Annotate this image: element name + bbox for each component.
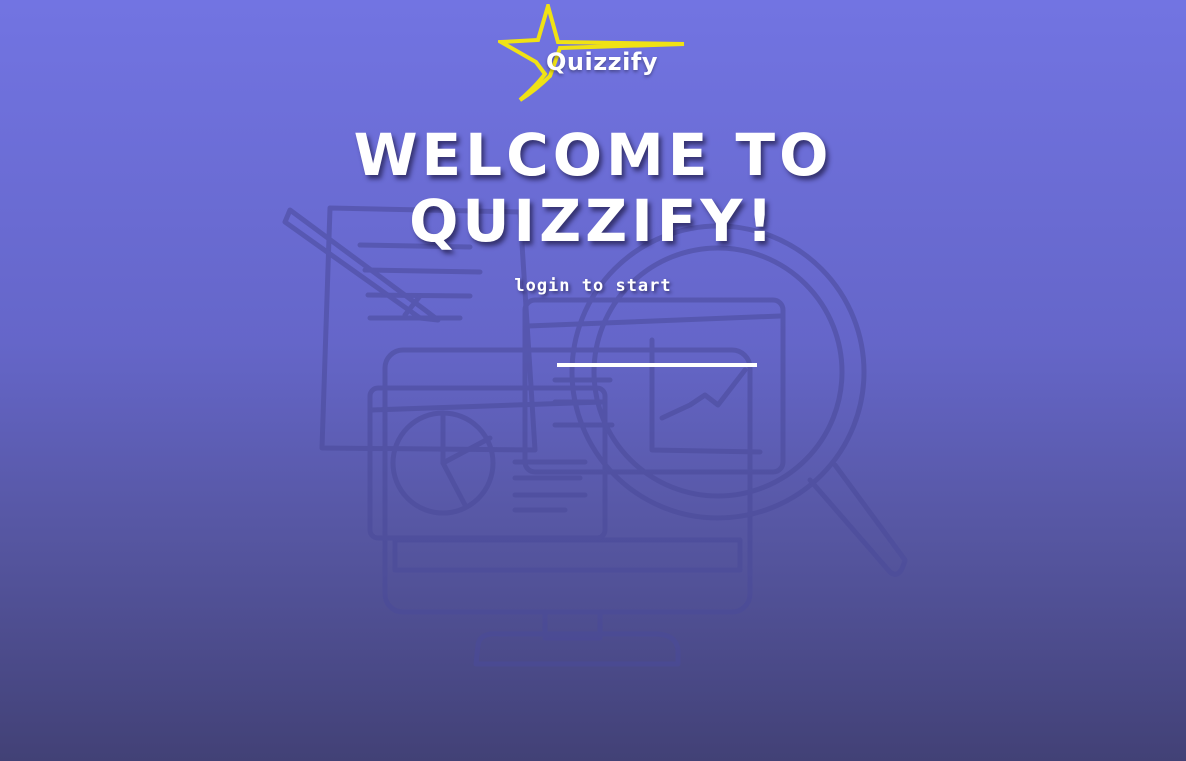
login-link-underline[interactable] [557, 363, 757, 367]
monitor-icon [382, 347, 753, 615]
welcome-headline: WELCOME TO QUIZZIFY! [353, 121, 833, 255]
background-illustration [282, 205, 908, 667]
logo-text: Quizzify [546, 48, 658, 76]
magnifier-icon [569, 223, 867, 521]
login-prompt: login to start [514, 276, 672, 296]
quizzify-logo: Quizzify [498, 4, 688, 104]
pie-chart-icon [390, 410, 496, 516]
